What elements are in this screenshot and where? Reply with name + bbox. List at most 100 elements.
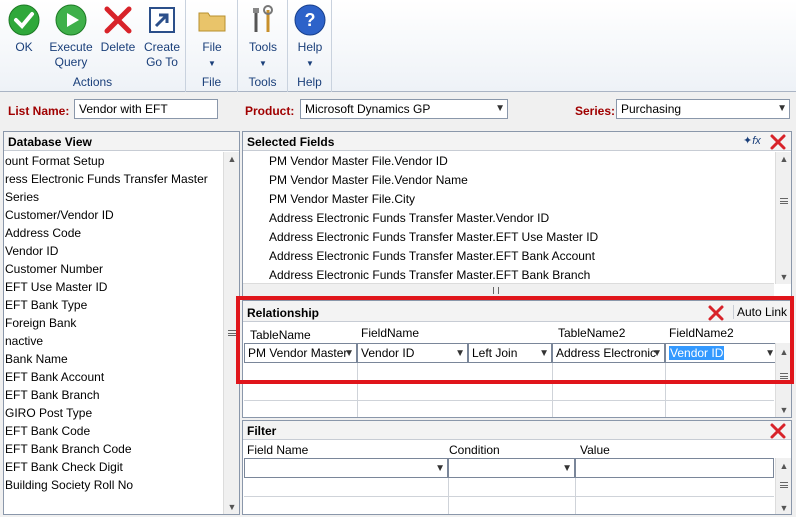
selected-fields-list[interactable]: PM Vendor Master File.Vendor ID PM Vendor… [269,152,774,284]
database-view-item[interactable]: Address Code [4,224,222,242]
ribbon-group-label-file: File [201,75,222,89]
chevron-down-icon: ▼ [777,103,787,114]
delete-x-icon [770,423,786,439]
chevron-down-icon: ▼ [306,59,314,68]
scroll-thumb[interactable] [780,373,788,379]
grid-line [244,496,774,497]
remove-relationship-button[interactable] [707,304,725,322]
rel-table-name2-dropdown[interactable]: Address Electronic ▼ [552,343,665,363]
selected-field-item[interactable]: Address Electronic Funds Transfer Master… [269,209,774,228]
scroll-thumb[interactable] [780,198,788,204]
tools-icon [253,5,273,32]
list-name-label: List Name: [8,104,70,118]
tools-menu-button[interactable]: Tools ▼ [243,4,283,70]
filter-condition-dropdown[interactable]: ▼ [448,458,575,478]
list-name-field[interactable]: Vendor with EFT [74,99,218,119]
rel-field-name2-dropdown[interactable]: Vendor ID ▼ [665,343,778,363]
database-view-item[interactable]: Bank Name [4,350,222,368]
help-menu-button[interactable]: ? Help ▼ [291,4,329,70]
database-view-item[interactable]: nactive [4,332,222,350]
database-view-item[interactable]: EFT Bank Check Digit [4,458,222,476]
database-view-item[interactable]: Customer/Vendor ID [4,206,222,224]
delete-button[interactable]: Delete [98,4,138,55]
filter-field-name-dropdown[interactable]: ▼ [244,458,448,478]
filter-panel: Filter Field Name Condition Value ▼ ▼ ▲ … [242,420,792,515]
selected-field-item[interactable]: PM Vendor Master File.City [269,190,774,209]
filter-scrollbar[interactable]: ▲ ▼ [775,458,791,514]
database-view-item[interactable]: EFT Bank Account [4,368,222,386]
scroll-down-icon[interactable]: ▼ [224,502,240,512]
grid-line [552,363,553,417]
grid-line [357,363,358,417]
create-go-to-button[interactable]: Create Go To [140,4,184,70]
database-view-item[interactable]: Building Society Roll No [4,476,222,494]
chevron-down-icon: ▼ [208,59,216,68]
relationship-scrollbar[interactable]: ▲ ▼ [775,343,791,417]
ribbon-group-file: File ▼ File [186,0,238,92]
execute-query-button[interactable]: Execute Query [46,4,96,70]
selected-field-item[interactable]: Address Electronic Funds Transfer Master… [269,247,774,266]
database-view-list[interactable]: ount Format Setup ress Electronic Funds T… [4,152,222,514]
selected-field-item[interactable]: PM Vendor Master File.Vendor Name [269,171,774,190]
scroll-down-icon[interactable]: ▼ [776,272,792,282]
delete-x-icon [708,305,724,321]
selected-field-item[interactable]: PM Vendor Master File.Vendor ID [269,152,774,171]
database-view-item[interactable]: EFT Bank Branch [4,386,222,404]
scroll-down-icon[interactable]: ▼ [776,405,792,415]
chevron-down-icon: ▼ [539,348,549,359]
selected-field-item[interactable]: Address Electronic Funds Transfer Master… [269,266,774,284]
scroll-thumb[interactable] [493,287,499,294]
database-view-item[interactable]: Vendor ID [4,242,222,260]
rel-field-name-dropdown[interactable]: Vendor ID ▼ [357,343,468,363]
database-view-item[interactable]: EFT Bank Type [4,296,222,314]
scroll-up-icon[interactable]: ▲ [776,347,792,357]
filter-value-field[interactable] [575,458,774,478]
scroll-thumb[interactable] [228,330,236,336]
delete-x-icon [770,134,786,150]
database-view-item[interactable]: EFT Use Master ID [4,278,222,296]
scroll-down-icon[interactable]: ▼ [776,503,792,513]
remove-field-button[interactable] [769,133,787,151]
selected-field-item[interactable]: Address Electronic Funds Transfer Master… [269,228,774,247]
scroll-up-icon[interactable]: ▲ [224,154,240,164]
series-dropdown[interactable]: Purchasing ▼ [616,99,790,119]
delete-x-icon [104,6,132,34]
calculated-field-button[interactable]: ✦fx [743,134,765,150]
auto-link-button[interactable]: Auto Link [733,305,789,319]
selected-fields-panel: Selected Fields ✦fx PM Vendor Master Fil… [242,131,792,297]
chevron-down-icon: ▼ [562,463,572,474]
database-view-title: Database View [4,132,239,151]
ribbon-group-help: ? Help ▼ Help [288,0,332,92]
svg-text:?: ? [305,10,316,30]
database-view-item[interactable]: EFT Bank Branch Code [4,440,222,458]
database-view-item[interactable]: EFT Bank Code [4,422,222,440]
database-view-item[interactable]: Series [4,188,222,206]
grid-line [665,363,666,417]
scroll-up-icon[interactable]: ▲ [776,154,792,164]
filter-col-field-name: Field Name [247,443,309,457]
play-icon [55,4,87,36]
chevron-down-icon: ▼ [495,103,505,114]
grid-line [244,381,774,382]
file-menu-button[interactable]: File ▼ [192,4,232,70]
selected-fields-hscrollbar[interactable] [243,283,774,296]
selected-fields-vscrollbar[interactable]: ▲ ▼ [775,152,791,284]
scroll-up-icon[interactable]: ▲ [776,461,792,471]
help-question-icon: ? [294,4,326,36]
database-view-item[interactable]: GIRO Post Type [4,404,222,422]
product-dropdown[interactable]: Microsoft Dynamics GP ▼ [300,99,508,119]
database-view-item[interactable]: Foreign Bank [4,314,222,332]
rel-table-name-dropdown[interactable]: PM Vendor Master ▼ [244,343,357,363]
database-view-scrollbar[interactable]: ▲ ▼ [223,152,239,514]
database-view-item[interactable]: ount Format Setup [4,152,222,170]
rel-col-tablename2: TableName2 [558,326,626,340]
database-view-panel: Database View ount Format Setup ress Elec… [3,131,240,515]
ok-button[interactable]: OK [6,4,42,55]
grid-line [575,478,576,514]
database-view-item[interactable]: Customer Number [4,260,222,278]
database-view-item[interactable]: ress Electronic Funds Transfer Master [4,170,222,188]
rel-join-type-dropdown[interactable]: Left Join ▼ [468,343,552,363]
remove-filter-button[interactable] [769,422,787,440]
scroll-thumb[interactable] [780,482,788,488]
relationship-panel: Relationship Auto Link TableName FieldNa… [242,300,792,418]
